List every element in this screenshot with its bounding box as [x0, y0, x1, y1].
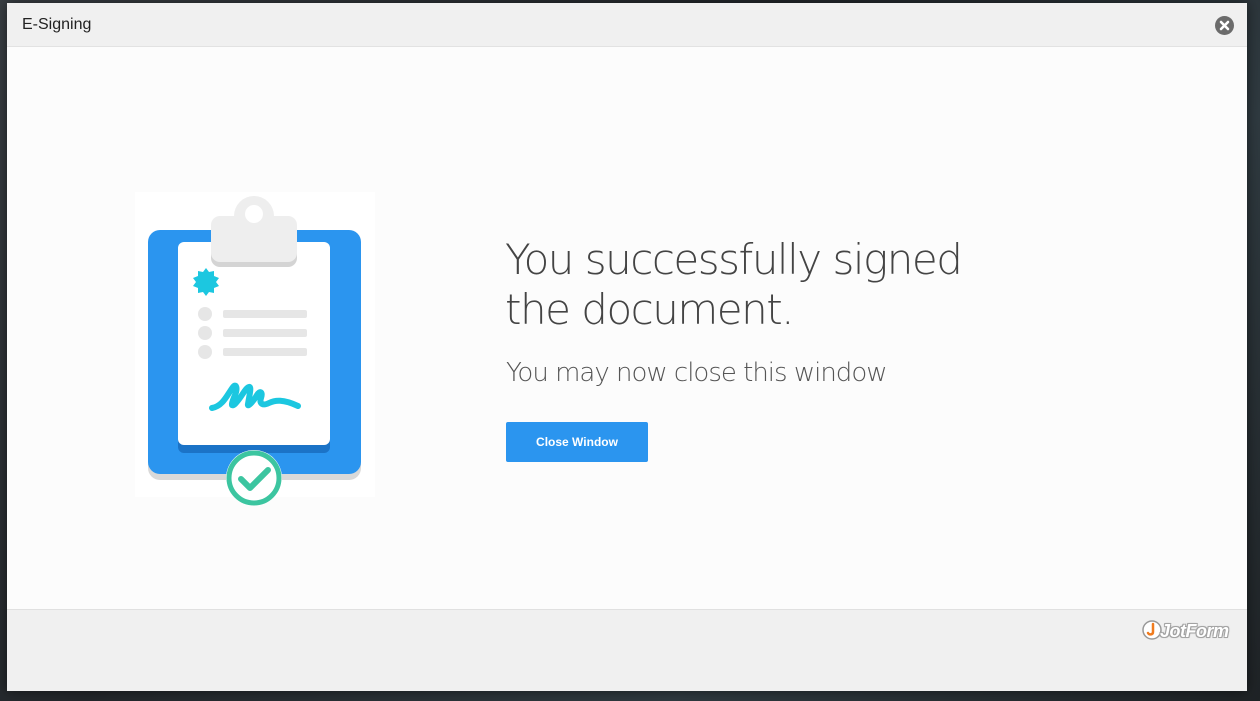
checkmark-circle-icon	[226, 450, 282, 506]
clipboard-signed-document-icon	[135, 192, 375, 517]
brand-name: JotForm	[1160, 621, 1229, 641]
close-window-button[interactable]: Close Window	[506, 422, 648, 462]
close-icon[interactable]	[1215, 16, 1234, 35]
dialog-title: E-Signing	[22, 16, 92, 33]
dialog-content: You successfully signed the document. Yo…	[7, 47, 1247, 609]
dialog-footer: JotForm	[7, 609, 1247, 691]
success-subline: You may now close this window	[506, 358, 887, 388]
jotform-logo-icon	[1142, 620, 1162, 640]
jotform-logo[interactable]: JotForm	[1142, 620, 1230, 642]
dialog-titlebar: E-Signing	[7, 3, 1247, 47]
e-signing-dialog: E-Signing You successfully signed the do…	[7, 3, 1247, 691]
success-headline: You successfully signed the document.	[505, 235, 963, 334]
